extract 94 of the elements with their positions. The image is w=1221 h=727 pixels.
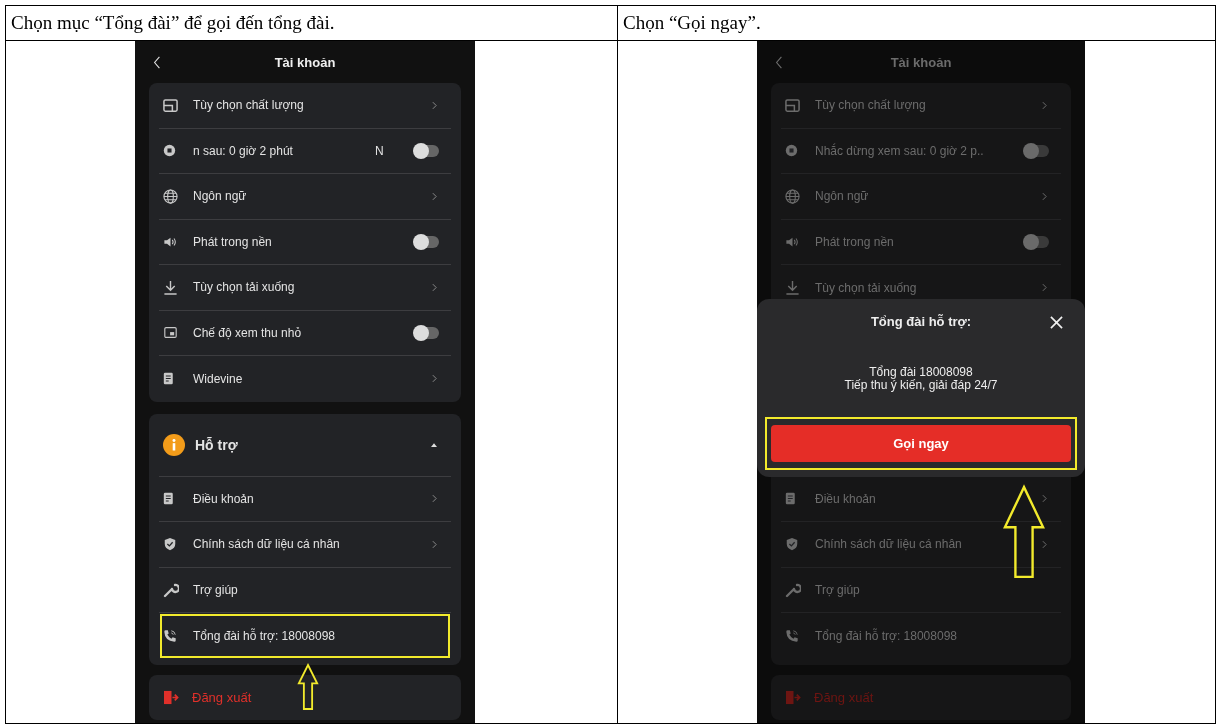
- shield-icon: [163, 537, 177, 552]
- document-icon: [163, 491, 176, 507]
- settings-label: Widevine: [193, 371, 244, 386]
- chevron-right-icon: [432, 282, 437, 292]
- document-icon: [785, 491, 798, 507]
- toggle-switch[interactable]: [415, 144, 439, 157]
- settings-label: n sau: 0 giờ 2 phút: [193, 143, 294, 158]
- stop-icon: [785, 144, 798, 158]
- picture-in-picture-icon: [163, 326, 178, 340]
- support-label: Chính sách dữ liệu cá nhân: [815, 537, 963, 552]
- caret-icon: [431, 442, 437, 447]
- toggle-switch[interactable]: [1025, 144, 1049, 157]
- screen-title: Tài khoản: [890, 54, 952, 70]
- section-title: Hỗ trợ: [195, 436, 239, 453]
- settings-row[interactable]: Nhắc dừng xem sau: 0 giờ 2 p..: [781, 128, 1061, 174]
- phone-icon: [163, 628, 177, 643]
- chevron-right-icon: [432, 374, 437, 384]
- logout-row[interactable]: Đăng xuất: [149, 674, 461, 720]
- chevron-right-icon: [1042, 494, 1047, 504]
- settings-row[interactable]: Tùy chọn chất lượng: [781, 83, 1061, 129]
- chevron-right-icon: [1042, 539, 1047, 549]
- chevron-right-icon: [432, 191, 437, 201]
- chevron-right-icon: [432, 100, 437, 110]
- toggle-switch[interactable]: [415, 326, 439, 339]
- toggle-switch[interactable]: [1025, 235, 1049, 248]
- support-label: Trợ giúp: [815, 582, 861, 597]
- shield-icon: [785, 537, 799, 552]
- download-icon: [163, 279, 178, 295]
- document-icon: [163, 371, 176, 387]
- call-now-button[interactable]: Gọi ngay: [771, 424, 1071, 462]
- support-label: Trợ giúp: [193, 582, 239, 597]
- up-arrow-icon: [1003, 483, 1045, 580]
- wrench-icon: [163, 581, 179, 598]
- layout-icon: [163, 97, 178, 113]
- support-row[interactable]: Tổng đài hỗ trợ: 18008098: [159, 613, 451, 659]
- support-row[interactable]: Tổng đài hỗ trợ: 18008098: [781, 613, 1061, 659]
- support-row[interactable]: Điều khoản: [159, 476, 451, 522]
- marquee-text: N: [375, 143, 385, 158]
- sheet-title: Tổng đài hỗ trợ:: [870, 314, 972, 329]
- settings-row[interactable]: Ngôn ngữ: [159, 174, 451, 220]
- settings-label: Tùy chọn tải xuống: [193, 280, 296, 295]
- chevron-right-icon: [432, 494, 437, 504]
- wrench-icon: [785, 581, 801, 598]
- sheet-text: Tổng đài 18008098: [869, 365, 973, 379]
- layout-icon: [785, 97, 800, 113]
- settings-label: Phát trong nền: [193, 234, 273, 249]
- settings-label: Phát trong nền: [815, 234, 895, 249]
- chevron-right-icon: [432, 539, 437, 549]
- stop-icon: [163, 144, 176, 158]
- sheet-text: Tiếp thu ý kiến, giải đáp 24/7: [844, 378, 998, 392]
- support-label: Tổng đài hỗ trợ: 18008098: [815, 628, 958, 643]
- settings-row[interactable]: Phát trong nền: [159, 219, 451, 265]
- phone-icon: [785, 628, 799, 643]
- support-label: Chính sách dữ liệu cá nhân: [193, 537, 341, 552]
- settings-label: Ngôn ngữ: [815, 189, 870, 204]
- support-header[interactable]: Hỗ trợ: [159, 413, 451, 477]
- globe-icon: [785, 188, 800, 204]
- screen-title: Tài khoản: [274, 54, 336, 70]
- logout-label: Đăng xuất: [814, 689, 874, 705]
- settings-row[interactable]: n sau: 0 giờ 2 phút N: [159, 128, 451, 174]
- chevron-right-icon: [1042, 283, 1047, 293]
- support-row[interactable]: Trợ giúp: [781, 567, 1061, 613]
- settings-label: Tùy chọn tải xuống: [815, 280, 918, 295]
- globe-icon: [163, 188, 178, 204]
- logout-label: Đăng xuất: [192, 689, 252, 705]
- settings-label: Chế độ xem thu nhỏ: [193, 325, 303, 340]
- settings-row[interactable]: Chế độ xem thu nhỏ: [159, 310, 451, 356]
- chevron-right-icon: [1042, 100, 1047, 110]
- settings-label: Ngôn ngữ: [193, 189, 248, 204]
- settings-label: Nhắc dừng xem sau: 0 giờ 2 p..: [815, 143, 985, 158]
- support-label: Điều khoản: [815, 491, 877, 506]
- close-icon[interactable]: [1050, 315, 1063, 329]
- support-row[interactable]: Điều khoản: [781, 476, 1061, 522]
- info-icon: [163, 433, 185, 456]
- toggle-switch[interactable]: [415, 235, 439, 248]
- settings-row[interactable]: Tùy chọn tải xuống: [159, 265, 451, 311]
- settings-row[interactable]: Widevine: [159, 356, 451, 402]
- support-row[interactable]: Chính sách dữ liệu cá nhân: [781, 522, 1061, 568]
- settings-row[interactable]: Tùy chọn chất lượng: [159, 83, 451, 129]
- support-row[interactable]: Chính sách dữ liệu cá nhân: [159, 522, 451, 568]
- settings-row[interactable]: Phát trong nền: [781, 219, 1061, 265]
- exit-door-icon: [785, 689, 802, 705]
- support-label: Điều khoản: [193, 491, 255, 506]
- exit-door-icon: [163, 689, 180, 705]
- settings-label: Tùy chọn chất lượng: [193, 98, 305, 113]
- download-icon: [785, 280, 800, 296]
- chevron-right-icon: [1042, 191, 1047, 201]
- instruction-text: Chọn mục “Tổng đài” để gọi đến tổng đài.: [11, 12, 335, 34]
- instruction-text: Chọn “Gọi ngay”.: [623, 12, 761, 34]
- up-arrow-icon: [297, 661, 319, 712]
- support-label: Tổng đài hỗ trợ: 18008098: [193, 628, 336, 643]
- settings-row[interactable]: Ngôn ngữ: [781, 174, 1061, 220]
- support-row[interactable]: Trợ giúp: [159, 567, 451, 613]
- settings-label: Tùy chọn chất lượng: [815, 98, 927, 113]
